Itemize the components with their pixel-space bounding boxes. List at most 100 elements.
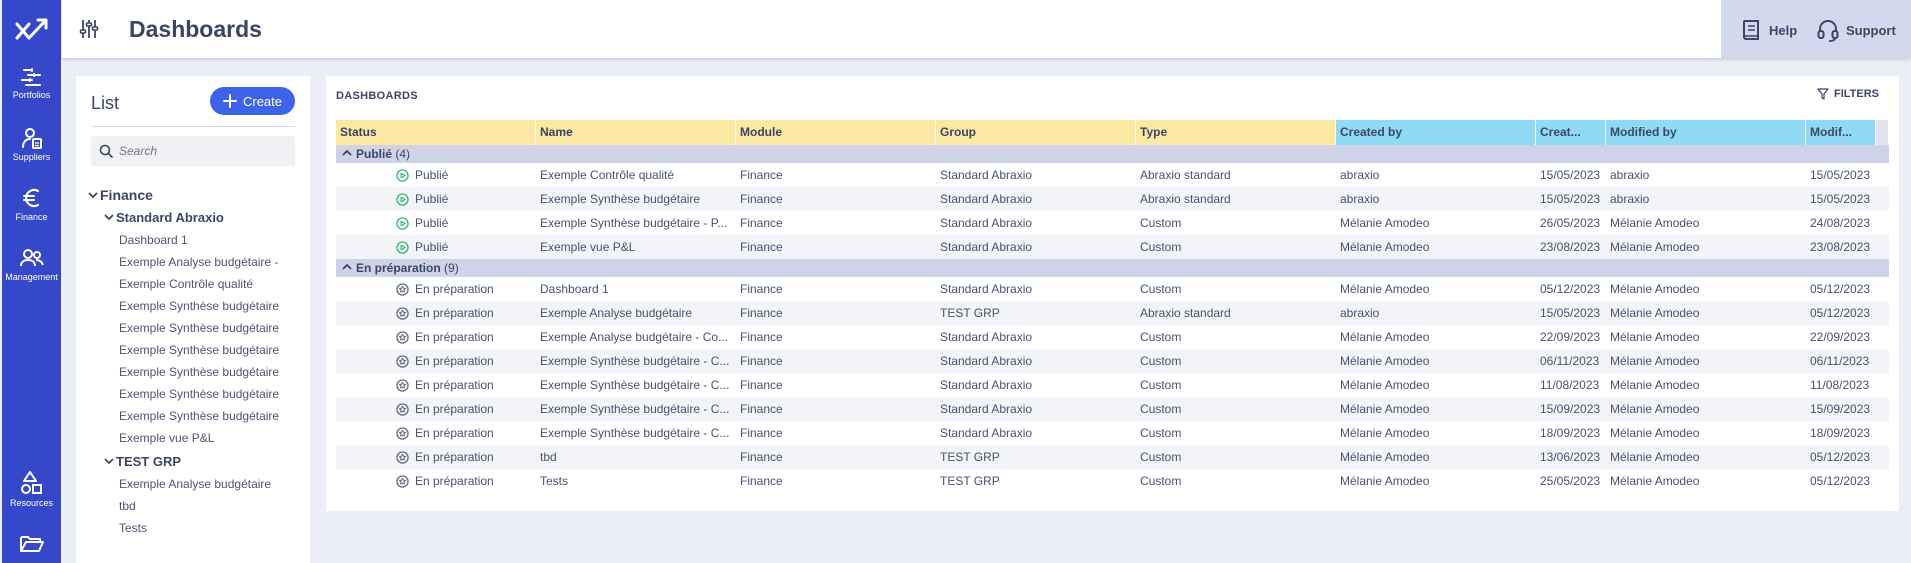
group-count: (9) <box>444 261 459 275</box>
tree-item[interactable]: Exemple Synthèse budgétaire <box>88 361 308 383</box>
table-row[interactable]: En préparation Exemple Analyse budgétaire… <box>336 325 1889 349</box>
dashboards-panel: DASHBOARDS FILTERS Status Name Module Gr… <box>326 76 1899 511</box>
cell-created-date: 25/05/2023 <box>1540 474 1601 488</box>
dashboards-grid: Status Name Module Group Type Created by… <box>336 120 1889 493</box>
cell-modified-by: Mélanie Amodeo <box>1610 474 1700 488</box>
column-header-name[interactable]: Name <box>536 120 736 145</box>
star-circle-icon <box>396 426 409 440</box>
table-row[interactable]: En préparation Exemple Synthèse budgétair… <box>336 373 1889 397</box>
cell-status: En préparation <box>336 373 536 397</box>
cell-modified-date: 23/08/2023 <box>1810 240 1871 254</box>
app-logo-icon[interactable] <box>12 12 52 48</box>
tree-node-finance[interactable]: Finance <box>88 183 308 207</box>
settings-sliders-icon[interactable] <box>79 18 99 40</box>
chevron-up-icon <box>342 263 352 270</box>
cell-created-date: 15/05/2023 <box>1540 306 1601 320</box>
cell-type: Custom <box>1140 282 1182 296</box>
column-header-status[interactable]: Status <box>336 120 536 145</box>
cell-modified-date: 18/09/2023 <box>1810 426 1871 440</box>
group-row-published[interactable]: Publié (4) <box>336 145 1889 163</box>
nav-label-finance: Finance <box>15 212 48 222</box>
table-row[interactable]: En préparation Dashboard 1 Finance Standard… <box>336 277 1889 301</box>
nav-management[interactable]: Management <box>2 246 61 282</box>
cell-module: Finance <box>740 168 783 182</box>
cell-type: Custom <box>1140 354 1182 368</box>
table-row[interactable]: Publié Exemple Synthèse budgétaire - P...… <box>336 211 1889 235</box>
cell-modified-by: Mélanie Amodeo <box>1610 450 1700 464</box>
table-row[interactable]: En préparation Exemple Synthèse budgétair… <box>336 421 1889 445</box>
cell-created-date: 11/08/2023 <box>1540 378 1600 392</box>
cell-created-by: Mélanie Amodeo <box>1340 402 1430 416</box>
table-row[interactable]: Publié Exemple vue P&L Finance Standard Abr… <box>336 235 1889 259</box>
create-button[interactable]: Create <box>210 87 295 115</box>
tree-item[interactable]: Exemple Contrôle qualité <box>88 273 308 295</box>
cell-name: Exemple Synthèse budgétaire <box>540 192 701 206</box>
table-row[interactable]: Publié Exemple Contrôle qualité Finance Sta… <box>336 163 1889 187</box>
support-label: Support <box>1846 22 1896 38</box>
cell-created-date: 15/05/2023 <box>1540 192 1601 206</box>
nav-folder[interactable] <box>2 533 61 553</box>
cell-status: Publié <box>336 211 536 235</box>
tree-item[interactable]: Tests <box>88 517 308 539</box>
table-row[interactable]: En préparation Exemple Synthèse budgétair… <box>336 349 1889 373</box>
cell-created-date: 23/08/2023 <box>1540 240 1601 254</box>
nav-suppliers[interactable]: Suppliers <box>2 126 61 162</box>
status-text: En préparation <box>415 450 494 464</box>
nav-resources[interactable]: Resources <box>2 470 61 508</box>
nav-finance[interactable]: Finance <box>2 186 61 222</box>
cell-name: Exemple Contrôle qualité <box>540 168 675 182</box>
star-circle-icon <box>396 306 409 320</box>
help-button[interactable]: Help <box>1741 18 1797 42</box>
chevron-up-icon <box>342 149 352 156</box>
cell-name: Exemple Analyse budgétaire - Co... <box>540 330 729 344</box>
tree-group-test-grp[interactable]: TEST GRP <box>88 451 308 473</box>
cell-type: Custom <box>1140 474 1182 488</box>
group-label: En préparation <box>356 261 441 275</box>
column-header-module[interactable]: Module <box>736 120 936 145</box>
cell-created-by: Mélanie Amodeo <box>1340 450 1430 464</box>
book-icon <box>1743 20 1759 40</box>
table-row[interactable]: En préparation Exemple Synthèse budgétair… <box>336 397 1889 421</box>
column-header-created-date[interactable]: Creat... <box>1536 120 1606 145</box>
cell-created-date: 15/09/2023 <box>1540 402 1601 416</box>
table-row[interactable]: En préparation Tests Finance TEST GRP Custom… <box>336 469 1889 493</box>
tree-group-standard-abraxio[interactable]: Standard Abraxio <box>88 207 308 229</box>
tree-item[interactable]: Exemple Synthèse budgétaire <box>88 295 308 317</box>
table-row[interactable]: En préparation tbd Finance TEST GRP Custom Mé… <box>336 445 1889 469</box>
search-input[interactable] <box>119 144 289 158</box>
support-button[interactable]: Support <box>1816 18 1896 42</box>
table-row[interactable]: Publié Exemple Synthèse budgétaire Finance… <box>336 187 1889 211</box>
group-row-in-preparation[interactable]: En préparation (9) <box>336 259 1889 277</box>
column-header-created-by[interactable]: Created by <box>1336 120 1536 145</box>
cell-type: Custom <box>1140 330 1182 344</box>
tree-item[interactable]: Exemple Analyse budgétaire <box>88 473 308 495</box>
tree-item[interactable]: Dashboard 1 <box>88 229 308 251</box>
tree-item[interactable]: Exemple Analyse budgétaire - <box>88 251 308 273</box>
shapes-icon <box>20 471 42 494</box>
nav-label-suppliers: Suppliers <box>12 152 51 162</box>
status-text: Publié <box>415 192 449 206</box>
star-circle-icon <box>396 354 409 368</box>
column-header-modified-by[interactable]: Modified by <box>1606 120 1806 145</box>
cell-modified-date: 05/12/2023 <box>1810 450 1871 464</box>
cell-name: Exemple Synthèse budgétaire - C... <box>540 378 730 392</box>
cell-modified-date: 15/05/2023 <box>1810 168 1871 182</box>
tree-item[interactable]: Exemple Synthèse budgétaire <box>88 339 308 361</box>
tree-item[interactable]: Exemple vue P&L <box>88 427 308 449</box>
filters-button[interactable]: FILTERS <box>1817 88 1879 100</box>
cell-status: En préparation <box>336 277 536 301</box>
tree-item[interactable]: tbd <box>88 495 308 517</box>
tree-item[interactable]: Exemple Synthèse budgétaire <box>88 405 308 427</box>
cell-module: Finance <box>740 192 783 206</box>
column-header-type[interactable]: Type <box>1136 120 1336 145</box>
nav-portfolios[interactable]: Portfolios <box>2 66 61 100</box>
table-row[interactable]: En préparation Exemple Analyse budgétaire… <box>336 301 1889 325</box>
tree-item[interactable]: Exemple Synthèse budgétaire <box>88 317 308 339</box>
cell-created-by: Mélanie Amodeo <box>1340 216 1430 230</box>
tree-item[interactable]: Exemple Synthèse budgétaire <box>88 383 308 405</box>
column-header-group[interactable]: Group <box>936 120 1136 145</box>
cell-group: TEST GRP <box>940 474 1000 488</box>
cell-modified-date: 05/12/2023 <box>1810 282 1871 296</box>
column-header-modified-date[interactable]: Modif... <box>1806 120 1876 145</box>
cell-name: tbd <box>540 450 557 464</box>
